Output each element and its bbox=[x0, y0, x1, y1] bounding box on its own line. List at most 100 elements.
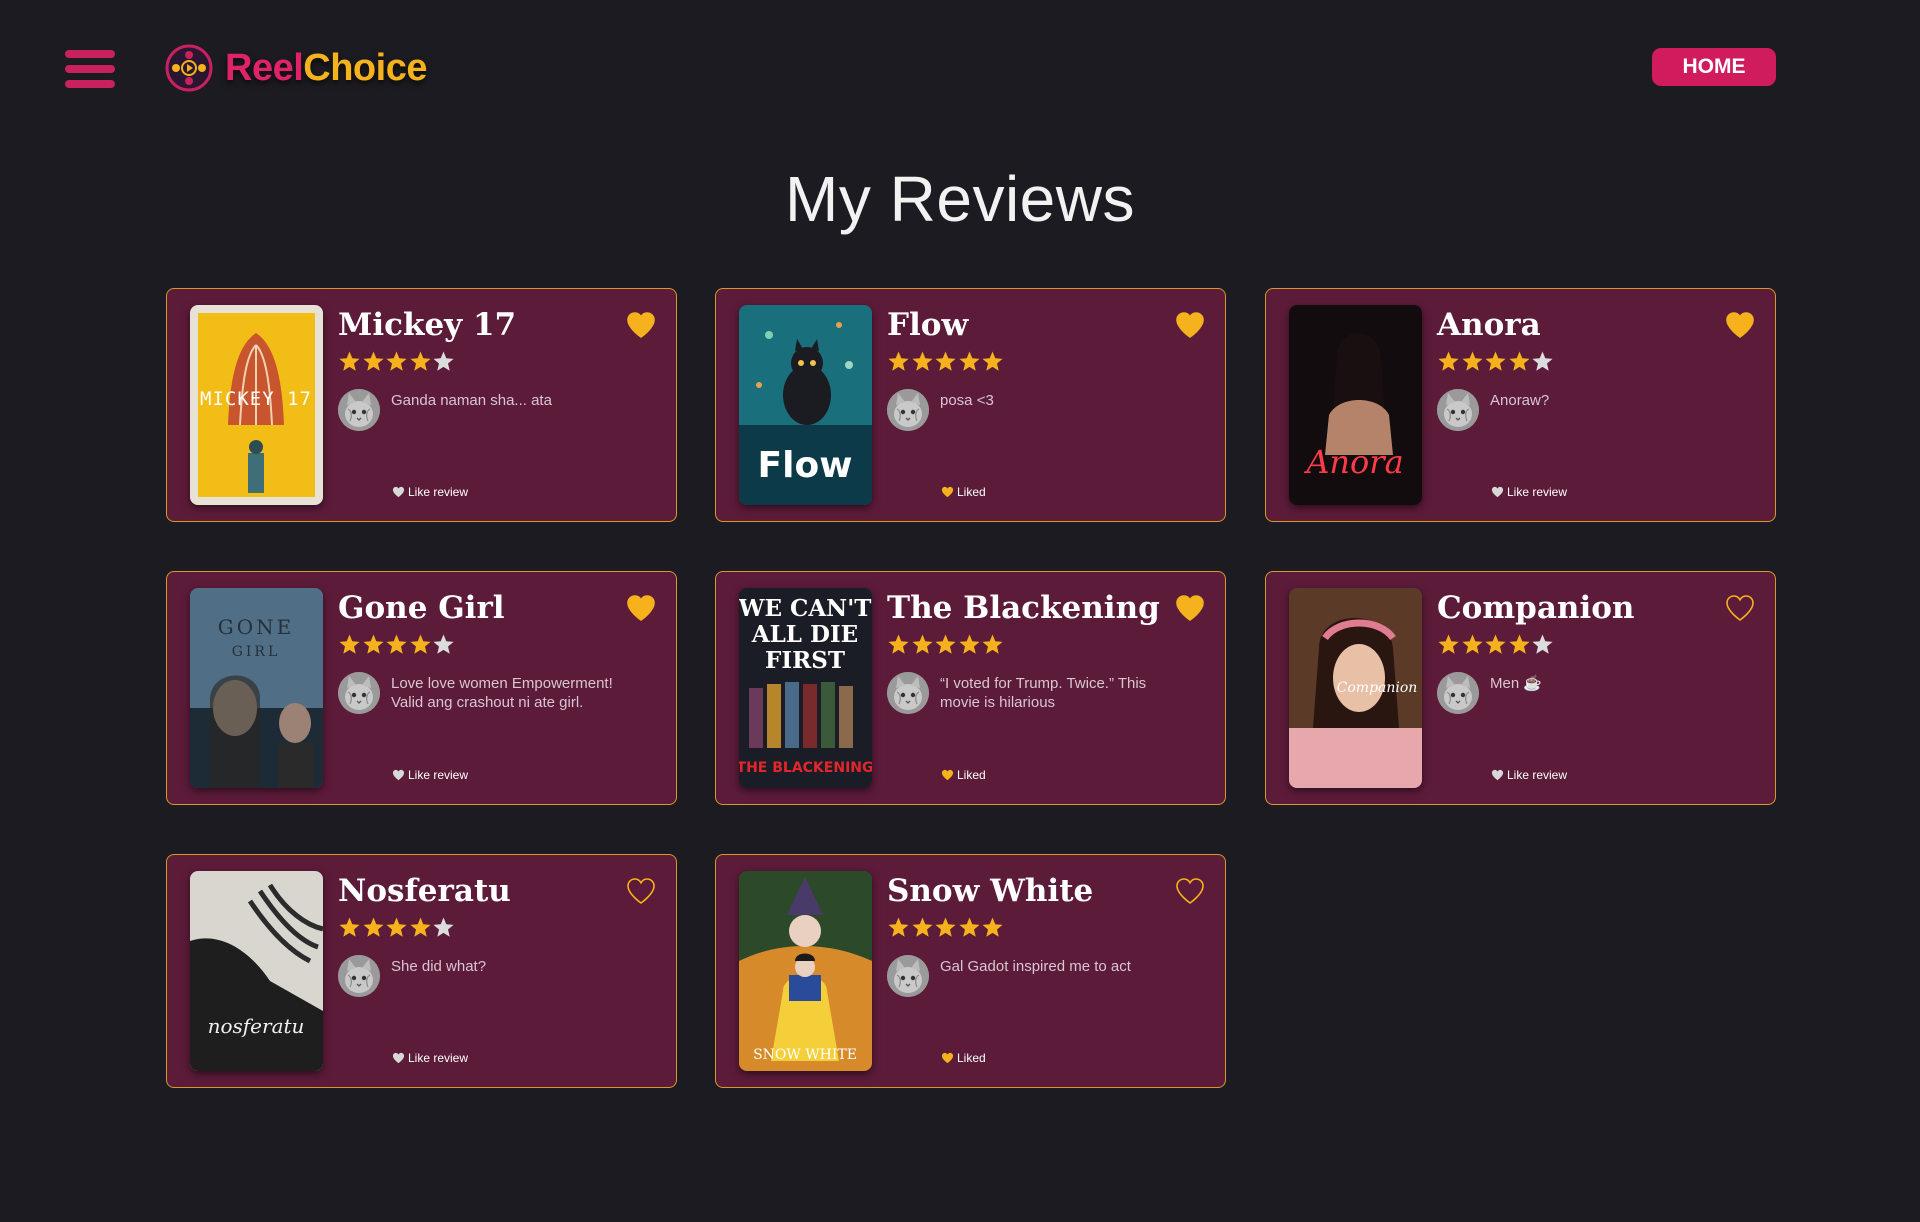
star-icon bbox=[1438, 351, 1459, 371]
poster-text: MICKEY 17 bbox=[200, 388, 312, 410]
star-icon bbox=[1508, 634, 1530, 654]
like-review-button[interactable]: Liked bbox=[941, 1051, 986, 1065]
star-icon bbox=[888, 634, 909, 654]
star-rating bbox=[338, 916, 456, 939]
star-icon bbox=[982, 634, 1003, 654]
like-label: Liked bbox=[957, 768, 986, 782]
page-title: My Reviews bbox=[785, 163, 1135, 235]
movie-poster[interactable]: MICKEY 17 bbox=[190, 305, 323, 505]
review-card[interactable]: nosferatu Nosferatu She did what? Like r… bbox=[166, 854, 677, 1088]
review-text: Ganda naman sha... ata bbox=[391, 392, 552, 409]
review-card[interactable]: WE CAN'T ALL DIE FIRST THE BLACKENING Th… bbox=[715, 571, 1226, 805]
star-icon bbox=[433, 917, 454, 937]
heart-icon bbox=[392, 769, 405, 781]
avatar bbox=[887, 955, 929, 997]
star-icon bbox=[1532, 351, 1553, 371]
avatar bbox=[338, 672, 380, 714]
svg-text:THE BLACKENING: THE BLACKENING bbox=[739, 760, 872, 776]
like-label: Like review bbox=[408, 485, 469, 499]
review-card[interactable]: SNOW WHITE Snow White Gal Gadot inspired… bbox=[715, 854, 1226, 1088]
movie-title[interactable]: Gone Girl bbox=[338, 590, 618, 626]
heart-icon bbox=[941, 486, 954, 498]
movie-poster[interactable]: Flow bbox=[739, 305, 872, 505]
movie-title[interactable]: The Blackening bbox=[887, 590, 1167, 626]
home-button[interactable]: HOME bbox=[1652, 48, 1776, 86]
like-label: Like review bbox=[408, 1051, 469, 1065]
like-review-button[interactable]: Like review bbox=[1491, 768, 1567, 782]
like-review-button[interactable]: Liked bbox=[941, 485, 986, 499]
heart-icon[interactable] bbox=[1175, 877, 1205, 905]
movie-title[interactable]: Nosferatu bbox=[338, 873, 618, 909]
poster-text: Flow bbox=[758, 445, 853, 486]
review-text: Gal Gadot inspired me to act bbox=[940, 958, 1131, 975]
movie-poster[interactable]: Companion bbox=[1289, 588, 1422, 788]
movie-title[interactable]: Mickey 17 bbox=[338, 307, 618, 343]
poster-text: Anora bbox=[1303, 443, 1403, 481]
heart-icon bbox=[941, 769, 954, 781]
movie-poster[interactable]: Anora bbox=[1289, 305, 1422, 505]
brand-name-part2: Choice bbox=[303, 46, 427, 89]
star-icon bbox=[339, 917, 360, 937]
heart-icon bbox=[1491, 769, 1504, 781]
top-navigation-bar: ReelChoice HOME bbox=[0, 0, 1920, 140]
review-card[interactable]: GONE GIRL Gone Girl Love love women Empo… bbox=[166, 571, 677, 805]
heart-icon[interactable] bbox=[626, 311, 656, 339]
movie-poster[interactable]: nosferatu bbox=[190, 871, 323, 1071]
like-review-button[interactable]: Like review bbox=[392, 1051, 468, 1065]
poster-image: MICKEY 17 bbox=[190, 305, 323, 505]
heart-icon[interactable] bbox=[1725, 594, 1755, 622]
movie-poster[interactable]: SNOW WHITE bbox=[739, 871, 872, 1071]
poster-image: nosferatu bbox=[190, 871, 323, 1071]
movie-title[interactable]: Snow White bbox=[887, 873, 1167, 909]
like-review-button[interactable]: Like review bbox=[392, 485, 468, 499]
review-card[interactable]: Companion Companion Men ☕ Like review bbox=[1265, 571, 1776, 805]
star-rating bbox=[887, 350, 1005, 373]
star-icon bbox=[1461, 351, 1483, 371]
star-rating bbox=[887, 916, 1005, 939]
star-icon bbox=[935, 917, 956, 937]
star-icon bbox=[1438, 634, 1459, 654]
star-icon bbox=[386, 351, 407, 371]
movie-title[interactable]: Companion bbox=[1437, 590, 1717, 626]
heart-icon bbox=[1491, 486, 1504, 498]
star-rating bbox=[338, 633, 456, 656]
star-icon bbox=[409, 351, 431, 371]
star-icon bbox=[911, 634, 933, 654]
like-review-button[interactable]: Liked bbox=[941, 768, 986, 782]
star-rating bbox=[1437, 633, 1555, 656]
heart-icon[interactable] bbox=[626, 877, 656, 905]
avatar bbox=[887, 389, 929, 431]
review-card[interactable]: Anora Anora Anoraw? Like review bbox=[1265, 288, 1776, 522]
review-card[interactable]: Flow Flow posa <3 Liked bbox=[715, 288, 1226, 522]
avatar bbox=[338, 955, 380, 997]
star-icon bbox=[935, 351, 956, 371]
heart-icon[interactable] bbox=[1175, 311, 1205, 339]
hamburger-menu-icon[interactable] bbox=[65, 50, 115, 88]
star-icon bbox=[386, 917, 407, 937]
star-icon bbox=[888, 351, 909, 371]
heart-icon[interactable] bbox=[626, 594, 656, 622]
heart-icon[interactable] bbox=[1175, 594, 1205, 622]
star-icon bbox=[362, 917, 384, 937]
star-icon bbox=[982, 351, 1003, 371]
movie-poster[interactable]: WE CAN'T ALL DIE FIRST THE BLACKENING bbox=[739, 588, 872, 788]
review-card[interactable]: MICKEY 17 Mickey 17 Ganda naman sha... a… bbox=[166, 288, 677, 522]
heart-icon[interactable] bbox=[1725, 311, 1755, 339]
star-icon bbox=[362, 351, 384, 371]
brand-logo[interactable]: ReelChoice bbox=[165, 44, 427, 92]
like-label: Like review bbox=[1507, 768, 1568, 782]
movie-poster[interactable]: GONE GIRL bbox=[190, 588, 323, 788]
heart-icon bbox=[941, 1052, 954, 1064]
star-icon bbox=[339, 351, 360, 371]
like-review-button[interactable]: Like review bbox=[1491, 485, 1567, 499]
poster-text: Companion bbox=[1337, 680, 1418, 696]
heart-icon bbox=[392, 1052, 405, 1064]
heart-icon bbox=[392, 486, 405, 498]
movie-title[interactable]: Anora bbox=[1437, 307, 1717, 343]
like-review-button[interactable]: Like review bbox=[392, 768, 468, 782]
star-icon bbox=[958, 917, 980, 937]
star-rating bbox=[887, 633, 1005, 656]
movie-title[interactable]: Flow bbox=[887, 307, 1167, 343]
star-icon bbox=[982, 917, 1003, 937]
poster-image: GONE GIRL bbox=[190, 588, 323, 788]
